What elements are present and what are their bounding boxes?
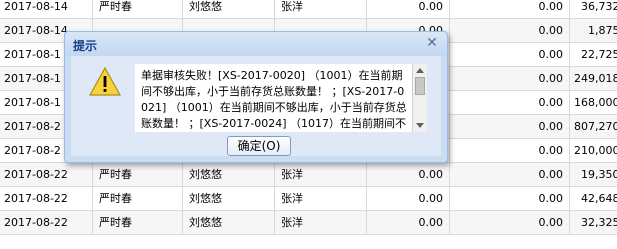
amount-cell: 0.00 [450, 67, 570, 90]
amount-cell: 0.00 [367, 211, 450, 234]
total-cell: 32,325.0 [581, 216, 617, 229]
maker-cell: 严时春 [93, 211, 183, 234]
checker-cell: 刘悠悠 [183, 211, 275, 234]
scroll-up-icon[interactable] [416, 68, 424, 73]
handler-cell: 张洋 [275, 163, 367, 186]
total-cell: 36,732.0 [581, 0, 617, 13]
amount-cell: 0.00 [367, 187, 450, 210]
handler-cell: 张洋 [275, 211, 367, 234]
amount-cell: 0.00 [450, 187, 570, 210]
maker-cell: 严时春 [93, 0, 183, 18]
table-row[interactable]: 2017-08-14严时春刘悠悠张洋0.000.0036,732.0 [0, 0, 617, 19]
table-row[interactable]: 2017-08-22严时春刘悠悠张洋0.000.0019,350.0 [0, 163, 617, 187]
date-cell: 2017-08-22 [0, 187, 93, 210]
total-cell: 807,270.0 [574, 120, 617, 133]
amount-cell: 0.00 [450, 0, 570, 18]
date-cell: 2017-08-22 [0, 163, 93, 186]
total-cell: 22,725.0 [581, 48, 617, 61]
total-cell: 19,350.0 [581, 168, 617, 181]
dialog-title: 提示 [73, 39, 98, 53]
checker-cell: 刘悠悠 [183, 0, 275, 18]
amount-cell: 0.00 [450, 115, 570, 138]
amount-cell: 0.00 [450, 43, 570, 66]
table-row[interactable]: 2017-08-22严时春刘悠悠张洋0.000.0032,325.0 [0, 211, 617, 235]
message-scrollbar[interactable] [412, 64, 427, 132]
maker-cell: 严时春 [93, 187, 183, 210]
total-cell: 1,875.0 [588, 24, 617, 37]
maker-cell: 严时春 [93, 163, 183, 186]
message-dialog: 提示 ✕ 单据审核失败！[XS-2017-0020] （1001）在当前期间不够… [64, 31, 448, 163]
total-cell: 210,000.0 [574, 144, 617, 157]
dialog-body: 单据审核失败！[XS-2017-0020] （1001）在当前期间不够出库，小于… [71, 56, 441, 156]
checker-cell: 刘悠悠 [183, 187, 275, 210]
handler-cell: 张洋 [275, 0, 367, 18]
amount-cell: 0.00 [450, 139, 570, 162]
amount-cell: 0.00 [367, 163, 450, 186]
dialog-header[interactable]: 提示 ✕ [65, 32, 447, 56]
date-cell: 2017-08-14 [0, 0, 93, 18]
checker-cell: 刘悠悠 [183, 163, 275, 186]
close-icon[interactable]: ✕ [425, 36, 439, 50]
date-cell: 2017-08-22 [0, 211, 93, 234]
amount-cell: 0.00 [367, 0, 450, 18]
message-text: 单据审核失败！[XS-2017-0020] （1001）在当前期间不够出库，小于… [141, 69, 407, 130]
message-box: 单据审核失败！[XS-2017-0020] （1001）在当前期间不够出库，小于… [135, 64, 427, 132]
scroll-thumb[interactable] [415, 77, 425, 95]
amount-cell: 0.00 [450, 19, 570, 42]
amount-cell: 0.00 [450, 91, 570, 114]
amount-cell: 0.00 [450, 211, 570, 234]
table-row[interactable]: 2017-08-22严时春刘悠悠张洋0.000.0042,648.0 [0, 187, 617, 211]
total-cell: 42,648.0 [581, 192, 617, 205]
amount-cell: 0.00 [450, 163, 570, 186]
total-cell: 168,000.0 [574, 96, 617, 109]
total-cell: 249,018.0 [574, 72, 617, 85]
ok-button[interactable]: 确定(O) [227, 136, 291, 156]
handler-cell: 张洋 [275, 187, 367, 210]
warning-icon [89, 66, 121, 96]
scroll-down-icon[interactable] [416, 123, 424, 128]
